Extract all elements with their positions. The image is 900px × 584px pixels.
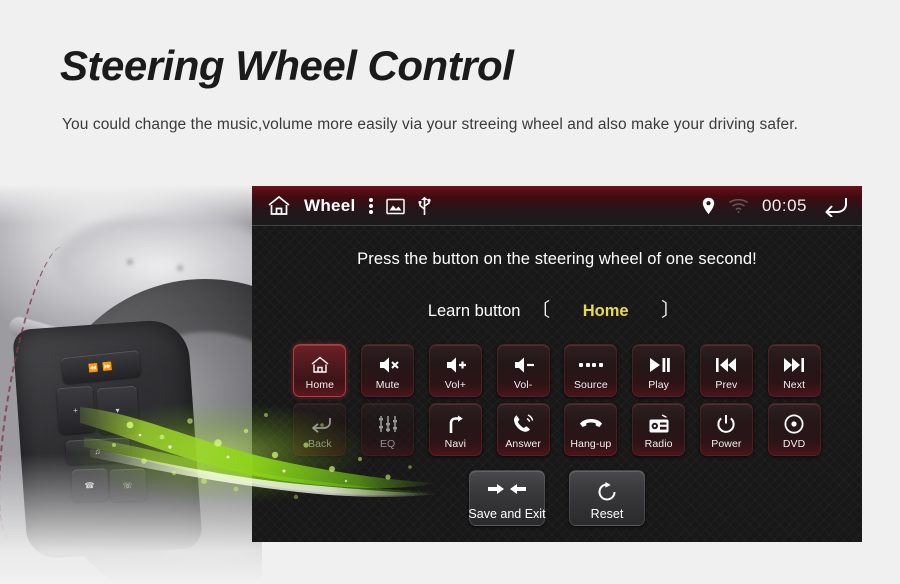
navigation-arrow-icon	[445, 413, 465, 435]
refresh-circle-icon	[596, 481, 618, 508]
bracket-left: 〔	[531, 300, 551, 321]
source-dots-icon	[579, 354, 603, 376]
key-volume-down[interactable]: Vol-	[496, 344, 550, 397]
page-title: Steering Wheel Control	[60, 42, 514, 89]
phone-answer-icon	[512, 413, 534, 435]
key-next[interactable]: Next	[767, 344, 821, 397]
power-icon	[716, 413, 736, 435]
converging-arrows-icon	[486, 481, 528, 502]
status-bar: Wheel 00:05	[252, 186, 862, 226]
radio-icon	[648, 413, 670, 435]
key-prev[interactable]: Prev	[699, 344, 753, 397]
action-label: Save and Exit	[468, 507, 546, 521]
page-root: Steering Wheel Control You could change …	[0, 0, 900, 584]
kebab-menu-icon[interactable]	[368, 196, 374, 216]
previous-track-icon	[714, 354, 738, 376]
key-answer[interactable]: Answer	[496, 403, 550, 456]
phone-hangup-icon	[579, 413, 603, 435]
reset-button[interactable]: Reset	[569, 470, 645, 526]
key-hangup[interactable]: Hang-up	[564, 403, 618, 456]
key-label: Prev	[715, 379, 738, 391]
key-mute[interactable]: Mute	[361, 344, 415, 397]
key-navi[interactable]: Navi	[428, 403, 482, 456]
key-dvd[interactable]: DVD	[767, 403, 821, 456]
key-radio[interactable]: Radio	[632, 403, 686, 456]
learn-button-row: Learn button 〔 Home 〕	[252, 295, 862, 322]
key-label: Mute	[375, 379, 400, 391]
key-label: Answer	[505, 438, 541, 450]
key-power[interactable]: Power	[699, 403, 753, 456]
instruction-text: Press the button on the steering wheel o…	[357, 250, 757, 268]
key-label: Play	[648, 379, 670, 391]
key-label: EQ	[379, 438, 396, 450]
key-label: Power	[711, 438, 742, 450]
head-unit-screen: Wheel 00:05 Press the button on the stee…	[252, 186, 862, 542]
play-pause-icon	[647, 354, 671, 376]
key-play[interactable]: Play	[632, 344, 686, 397]
key-label: DVD	[782, 438, 806, 450]
key-home[interactable]: Home	[293, 344, 347, 397]
save-and-exit-button[interactable]: Save and Exit	[468, 470, 546, 526]
key-label: Radio	[644, 438, 673, 450]
photo-fade-bottom	[0, 454, 262, 584]
equalizer-icon	[378, 413, 398, 435]
key-volume-up[interactable]: Vol+	[428, 344, 482, 397]
function-key-grid: Home Mute Vol+ Vol- Source Play Prev Nex…	[286, 344, 828, 456]
key-eq[interactable]: EQ	[361, 403, 415, 456]
key-label: Vol+	[444, 379, 466, 391]
clock: 00:05	[761, 196, 807, 215]
bracket-right: 〕	[661, 300, 681, 321]
location-pin-icon[interactable]	[702, 197, 715, 215]
wheel-mode-button: ▾	[96, 385, 140, 435]
learn-button-label: Learn button	[427, 302, 521, 320]
photo-fade-top	[0, 184, 262, 224]
key-label: Navi	[444, 438, 467, 450]
page-subtitle: You could change the music,volume more e…	[62, 116, 799, 133]
back-arrow-icon[interactable]	[820, 195, 848, 217]
learned-key-value: Home	[582, 302, 629, 320]
steering-wheel-photo: ⏪ ⏩ + ▾ ♫ ☎ ☏	[0, 184, 262, 584]
volume-up-icon	[442, 354, 468, 376]
home-icon	[310, 354, 330, 376]
status-bar-left: Wheel	[266, 194, 432, 218]
next-track-icon	[782, 354, 806, 376]
key-label: Vol-	[513, 379, 533, 391]
usb-icon[interactable]	[417, 196, 432, 216]
volume-down-icon	[510, 354, 536, 376]
key-label: Source	[573, 379, 608, 391]
status-bar-right: 00:05	[702, 195, 848, 217]
disc-icon	[784, 413, 804, 435]
key-label: Hang-up	[570, 438, 612, 450]
key-label: Back	[308, 438, 332, 450]
speaker-mute-icon	[375, 354, 401, 376]
picture-icon[interactable]	[385, 198, 405, 215]
action-buttons: Save and Exit Reset	[252, 470, 862, 526]
key-source[interactable]: Source	[564, 344, 618, 397]
wifi-icon[interactable]	[728, 198, 749, 214]
back-arrow-icon	[308, 413, 332, 435]
key-back[interactable]: Back	[293, 403, 347, 456]
screen-title: Wheel	[304, 196, 356, 215]
home-icon[interactable]	[266, 194, 292, 218]
action-label: Reset	[590, 507, 624, 521]
key-label: Next	[783, 379, 806, 391]
key-label: Home	[305, 379, 335, 391]
